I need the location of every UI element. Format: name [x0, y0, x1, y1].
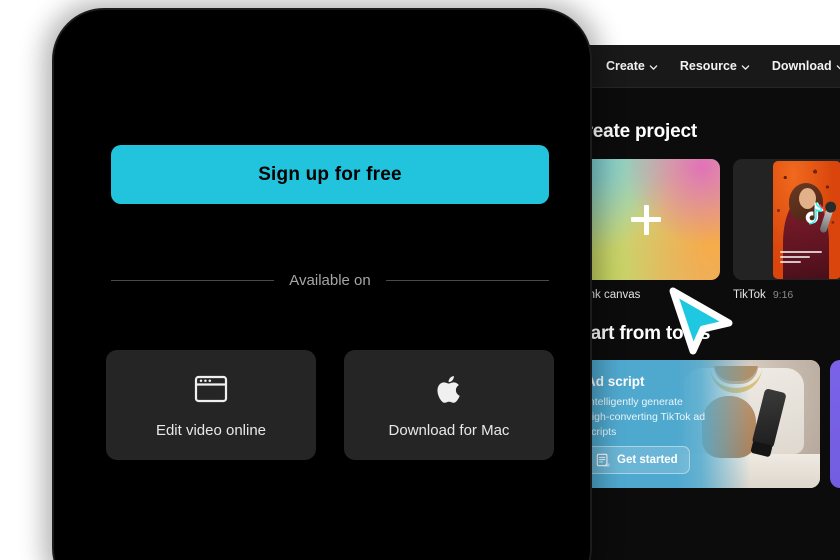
divider-line-right [385, 280, 550, 281]
tiktok-logo-icon [805, 201, 825, 224]
download-option-label: Download for Mac [388, 422, 510, 439]
nav-item-label: Create [605, 59, 645, 73]
download-option-label: Edit video online [155, 422, 267, 439]
get-started-label: Get started [617, 454, 678, 466]
phone-device-frame: Sign up for free Available on Edit video… [52, 8, 592, 560]
caption-lines [780, 250, 822, 266]
tool-card-title: Ad script [586, 374, 645, 389]
app-panel-body: Create project Blank canvas TikTok 9:16 … [562, 88, 840, 560]
nav-item-resource[interactable]: Resource [680, 59, 750, 73]
project-card-label: TikTok [733, 289, 766, 301]
start-from-tools-heading: Start from tools [572, 323, 711, 344]
chevron-down-icon [649, 63, 658, 72]
chevron-down-icon [741, 63, 750, 72]
project-card-tiktok[interactable]: TikTok 9:16 [733, 159, 840, 301]
tiktok-thumbnail[interactable] [733, 159, 840, 280]
phone-screen: Sign up for free Available on Edit video… [54, 10, 590, 560]
available-on-label: Available on [289, 272, 371, 289]
browser-window-icon [194, 375, 228, 403]
download-options-row: Edit video online Download for Mac [106, 350, 554, 460]
app-navbar: s Create Resource Download [562, 45, 840, 88]
tool-card-description: Intelligently generate high-converting T… [586, 396, 706, 438]
tool-card-text-block: Ad script Intelligently generate high-co… [586, 374, 810, 440]
project-card-ratio: 9:16 [772, 289, 794, 301]
get-started-button[interactable]: AI Get started [586, 446, 690, 474]
nav-item-download[interactable]: Download [772, 59, 840, 73]
nav-item-label: Resource [679, 59, 737, 73]
svg-text:AI: AI [605, 462, 610, 467]
create-project-card-row: Blank canvas TikTok 9:16 [572, 159, 840, 301]
apple-logo-icon [437, 376, 460, 403]
nav-item-create[interactable]: Create [606, 59, 658, 73]
sign-up-for-free-button[interactable]: Sign up for free [111, 145, 549, 204]
edit-video-online-button[interactable]: Edit video online [106, 350, 316, 460]
tiktok-caption: TikTok 9:16 [733, 289, 840, 301]
available-on-divider: Available on [111, 272, 550, 289]
plus-icon [631, 204, 661, 235]
tool-card-secondary[interactable] [830, 360, 840, 488]
tools-card-row: Ad script Intelligently generate high-co… [572, 360, 840, 488]
tool-card-ad-script[interactable]: Ad script Intelligently generate high-co… [572, 360, 820, 488]
create-project-heading: Create project [572, 121, 697, 142]
app-panel: s Create Resource Download [562, 45, 840, 560]
chevron-down-icon [836, 63, 840, 72]
nav-item-label: Download [771, 59, 832, 73]
screenshot-stage: s Create Resource Download [0, 0, 840, 560]
tiktok-preview-photo [773, 160, 840, 279]
download-for-mac-button[interactable]: Download for Mac [344, 350, 554, 460]
divider-line-left [111, 280, 275, 281]
